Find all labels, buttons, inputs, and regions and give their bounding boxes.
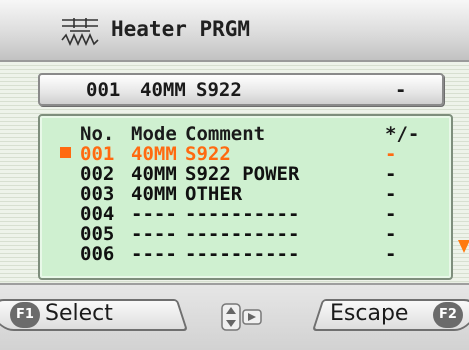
row-no: 001 (80, 143, 115, 165)
row-no: 005 (80, 223, 115, 245)
list-row[interactable]: 006 ---- ---------- - (40, 243, 451, 265)
row-mode: ---- (131, 243, 177, 265)
selected-program-bar: 001 40MM S922 - (38, 73, 444, 106)
row-no: 003 (80, 183, 115, 205)
row-mode: 40MM (131, 163, 177, 185)
list-row[interactable]: 001 40MM S922 - (40, 143, 451, 165)
row-mode: 40MM (131, 183, 177, 205)
row-comment: S922 POWER (185, 163, 300, 185)
row-comment: ---------- (185, 203, 300, 225)
column-header-mode: Mode (131, 123, 177, 145)
f2-key-badge: F2 (433, 302, 463, 328)
title-bar: Heater PRGM (0, 0, 469, 62)
row-no: 006 (80, 243, 115, 265)
row-pm: - (385, 163, 397, 185)
scroll-down-arrow-icon[interactable] (458, 240, 469, 253)
column-header-comment: Comment (185, 123, 266, 145)
list-row[interactable]: 004 ---- ---------- - (40, 203, 451, 225)
row-mode: 40MM (131, 143, 177, 165)
select-label: Select (45, 301, 113, 326)
selected-program-comment: S922 (196, 79, 242, 101)
row-comment: S922 (185, 143, 231, 165)
selected-program-number: 001 (86, 79, 121, 101)
softkey-bar: F1 Select Escape F2 (0, 283, 469, 350)
row-pm: - (385, 243, 397, 265)
list-row[interactable]: 002 40MM S922 POWER - (40, 163, 451, 185)
row-pm: - (385, 143, 397, 165)
escape-label: Escape (330, 301, 409, 326)
program-list: No. Mode Comment */- 001 40MM S922 - 002… (38, 114, 453, 280)
row-pm: - (385, 183, 397, 205)
row-pm: - (385, 223, 397, 245)
row-comment: ---------- (185, 243, 300, 265)
selection-marker-icon (60, 147, 71, 158)
f1-key-badge: F1 (10, 302, 40, 328)
row-mode: ---- (131, 203, 177, 225)
row-pm: - (385, 203, 397, 225)
row-comment: OTHER (185, 183, 243, 205)
column-header-no: No. (80, 123, 115, 145)
list-row[interactable]: 005 ---- ---------- - (40, 223, 451, 245)
row-no: 002 (80, 163, 115, 185)
row-no: 004 (80, 203, 115, 225)
row-mode: ---- (131, 223, 177, 245)
column-header-pm: */- (385, 123, 420, 145)
list-header-row: No. Mode Comment */- (40, 123, 451, 145)
selected-program-mode: 40MM (140, 79, 186, 101)
nav-updown-right-icon (221, 303, 262, 331)
list-row[interactable]: 003 40MM OTHER - (40, 183, 451, 205)
selected-program-pm: - (395, 79, 407, 101)
row-comment: ---------- (185, 223, 300, 245)
heater-icon (61, 18, 99, 46)
page-title: Heater PRGM (111, 17, 251, 41)
